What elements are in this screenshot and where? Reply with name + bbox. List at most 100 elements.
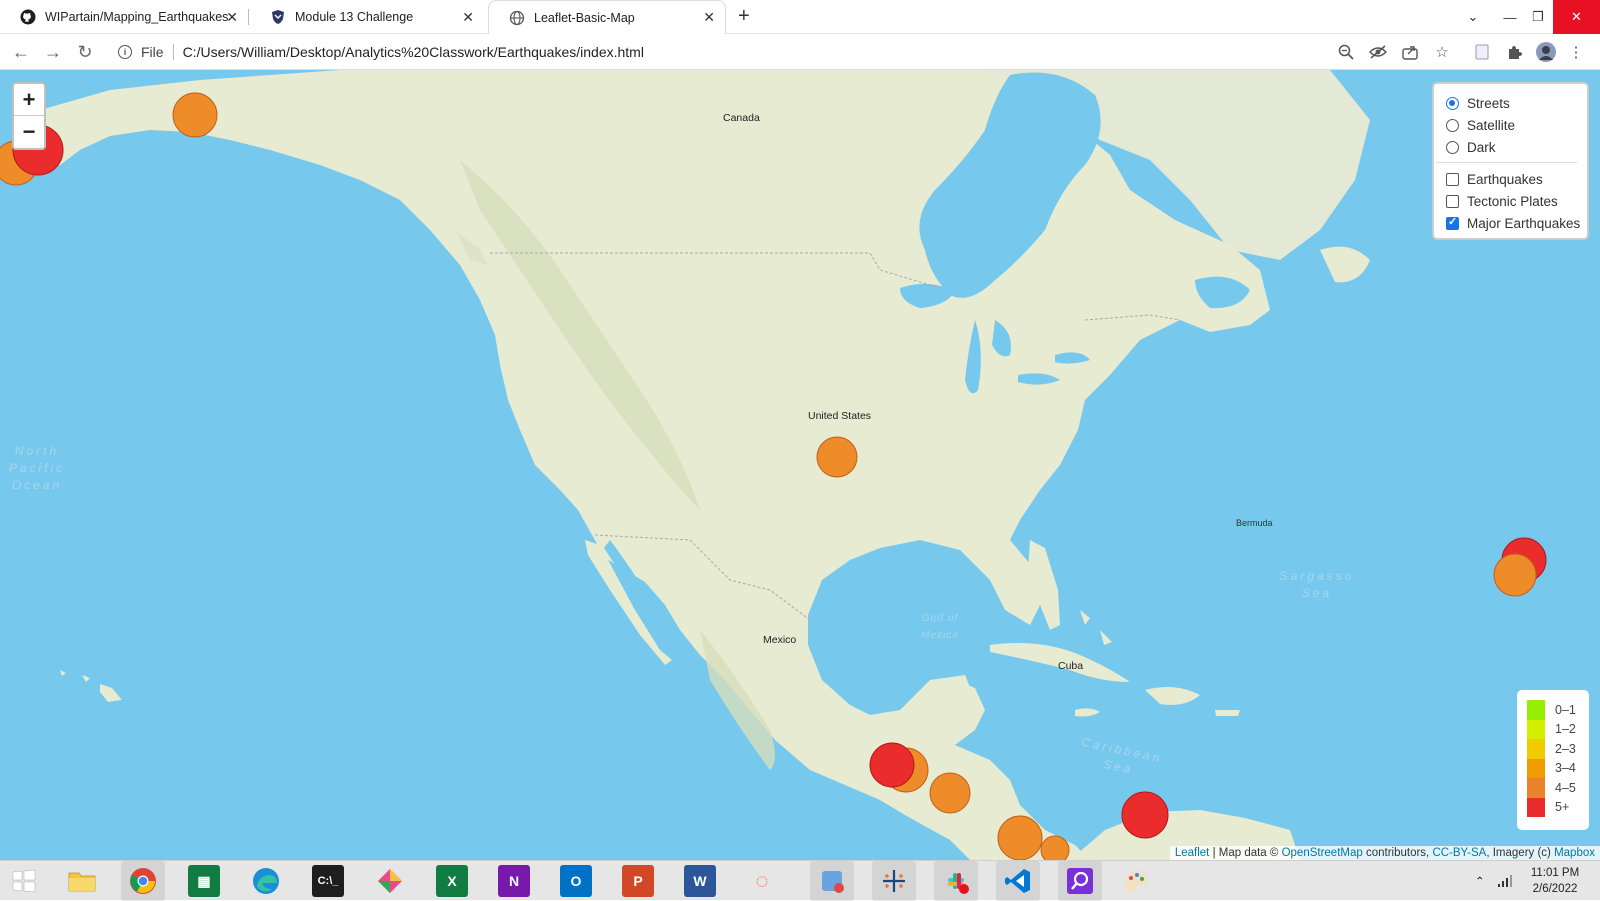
earthquake-marker[interactable] — [1121, 791, 1169, 839]
tableau-icon — [883, 870, 905, 892]
layer-label: Streets — [1467, 95, 1510, 111]
overlay-earthquakes[interactable]: Earthquakes — [1446, 168, 1587, 190]
mapbox-link[interactable]: Mapbox — [1554, 847, 1595, 859]
zoom-out-button[interactable]: − — [14, 116, 44, 148]
vscode-taskbar-button[interactable] — [996, 861, 1040, 901]
share-icon[interactable] — [1400, 42, 1420, 62]
tab-title: Module 13 Challenge — [295, 10, 414, 24]
tab-divider — [248, 9, 249, 25]
close-icon[interactable]: ✕ — [462, 9, 474, 26]
radio-button[interactable] — [1446, 140, 1459, 154]
legend-swatch — [1527, 778, 1545, 798]
legend-swatch — [1527, 739, 1545, 759]
tab-search-chevron-icon[interactable]: ⌄ — [1458, 0, 1488, 34]
legend-label: 1–2 — [1555, 722, 1576, 737]
url-text: C:/Users/William/Desktop/Analytics%20Cla… — [182, 44, 644, 60]
overlay-major-earthquakes[interactable]: Major Earthquakes — [1446, 212, 1587, 234]
tab-bar: WIPartain/Mapping_Earthquakes ✕ Module 1… — [0, 0, 1600, 34]
terminal-icon[interactable]: C:\_ — [312, 865, 344, 897]
reload-icon[interactable]: ↻ — [74, 41, 96, 63]
slack-taskbar-button[interactable] — [934, 861, 978, 901]
url-box[interactable]: i File C:/Users/William/Desktop/Analytic… — [110, 39, 1320, 65]
magnifier-icon — [1067, 868, 1093, 894]
radio-button[interactable] — [1446, 118, 1459, 132]
legend-row: 2–3 — [1527, 739, 1589, 759]
puzzle-icon[interactable] — [1504, 42, 1524, 62]
zoom-in-button[interactable]: + — [14, 84, 44, 116]
leaflet-link[interactable]: Leaflet — [1175, 847, 1210, 859]
legend-label: 0–1 — [1555, 702, 1576, 717]
paint-icon[interactable] — [1120, 865, 1152, 897]
store-icon[interactable]: ▦ — [188, 865, 220, 897]
minimize-icon[interactable]: — — [1495, 0, 1525, 34]
onenote-icon[interactable]: N — [498, 865, 530, 897]
url-divider — [172, 44, 174, 60]
outlook-icon[interactable]: O — [560, 865, 592, 897]
search-app-taskbar-button[interactable] — [1058, 861, 1102, 901]
menu-icon[interactable]: ⋮ — [1566, 42, 1586, 62]
base-layer-streets[interactable]: Streets — [1446, 92, 1587, 114]
info-icon[interactable]: i — [118, 45, 132, 59]
clock-time: 11:01 PM — [1530, 867, 1580, 879]
globe-icon — [509, 10, 525, 26]
earthquake-marker[interactable] — [869, 742, 915, 788]
earthquake-markers — [0, 92, 1547, 860]
overlay-tectonic-plates[interactable]: Tectonic Plates — [1446, 190, 1587, 212]
extension-icon[interactable] — [1472, 42, 1492, 62]
back-icon[interactable]: ← — [10, 41, 32, 63]
attribution-text: , Imagery (c) — [1486, 847, 1555, 859]
eye-off-icon[interactable] — [1368, 42, 1388, 62]
github-icon — [20, 9, 36, 25]
star-icon[interactable]: ☆ — [1432, 42, 1452, 62]
legend-label: 2–3 — [1555, 741, 1576, 756]
earthquake-marker[interactable] — [172, 92, 218, 138]
tableau-taskbar-button[interactable] — [872, 861, 916, 901]
tab-module13[interactable]: Module 13 Challenge ✕ — [250, 0, 484, 34]
clock[interactable]: 11:01 PM 2/6/2022 — [1515, 865, 1595, 897]
tab-title: WIPartain/Mapping_Earthquakes — [45, 10, 229, 24]
base-layer-satellite[interactable]: Satellite — [1446, 114, 1587, 136]
checkbox[interactable] — [1446, 215, 1459, 230]
checkbox[interactable] — [1446, 172, 1459, 186]
jupyter-icon[interactable]: ◌ — [746, 865, 778, 897]
license-link[interactable]: CC-BY-SA — [1432, 847, 1486, 859]
osm-link[interactable]: OpenStreetMap — [1282, 847, 1363, 859]
magnitude-legend: 0–1 1–2 2–3 3–4 4–5 5+ — [1517, 690, 1589, 830]
forward-icon[interactable]: → — [42, 41, 64, 63]
earthquake-marker[interactable] — [1040, 835, 1070, 860]
vscode-icon — [1005, 869, 1030, 893]
file-explorer-icon[interactable] — [66, 865, 98, 897]
maximize-icon[interactable]: ❐ — [1523, 0, 1553, 34]
powerpoint-icon[interactable]: P — [622, 865, 654, 897]
earthquake-marker[interactable] — [816, 436, 858, 478]
close-window-icon[interactable]: ✕ — [1553, 0, 1600, 34]
close-icon[interactable]: ✕ — [226, 9, 238, 26]
new-tab-button[interactable]: + — [738, 5, 750, 28]
word-icon[interactable]: W — [684, 865, 716, 897]
checkbox[interactable] — [1446, 194, 1459, 208]
chrome-taskbar-button[interactable] — [121, 861, 165, 901]
network-icon[interactable] — [1497, 861, 1513, 901]
close-icon[interactable]: ✕ — [703, 9, 715, 26]
map-container[interactable]: North Pacific Ocean Canada United States… — [0, 70, 1600, 860]
legend-row: 4–5 — [1527, 778, 1589, 798]
avatar[interactable] — [1536, 42, 1556, 62]
base-layer-dark[interactable]: Dark — [1446, 136, 1587, 158]
taskbar: ▦ C:\_ X N O P W ◌ ⌃ 11:01 PM 2/6/2022 — [0, 860, 1600, 901]
excel-icon[interactable]: X — [436, 865, 468, 897]
kite-icon[interactable] — [374, 865, 406, 897]
earthquake-marker[interactable] — [997, 815, 1043, 860]
snipping-tool-taskbar-button[interactable] — [810, 861, 854, 901]
tray-chevron-icon[interactable]: ⌃ — [1475, 861, 1485, 901]
earthquake-marker[interactable] — [929, 772, 971, 814]
zoom-icon[interactable] — [1336, 42, 1356, 62]
legend-swatch — [1527, 700, 1545, 720]
radio-button[interactable] — [1446, 96, 1459, 110]
windows-start-icon[interactable] — [8, 865, 40, 897]
earthquake-marker[interactable] — [1493, 553, 1537, 597]
legend-row: 1–2 — [1527, 719, 1589, 739]
legend-row: 5+ — [1527, 797, 1589, 817]
tab-leaflet-map[interactable]: Leaflet-Basic-Map ✕ — [488, 0, 726, 34]
edge-icon[interactable] — [250, 865, 282, 897]
tab-github[interactable]: WIPartain/Mapping_Earthquakes ✕ — [0, 0, 248, 34]
